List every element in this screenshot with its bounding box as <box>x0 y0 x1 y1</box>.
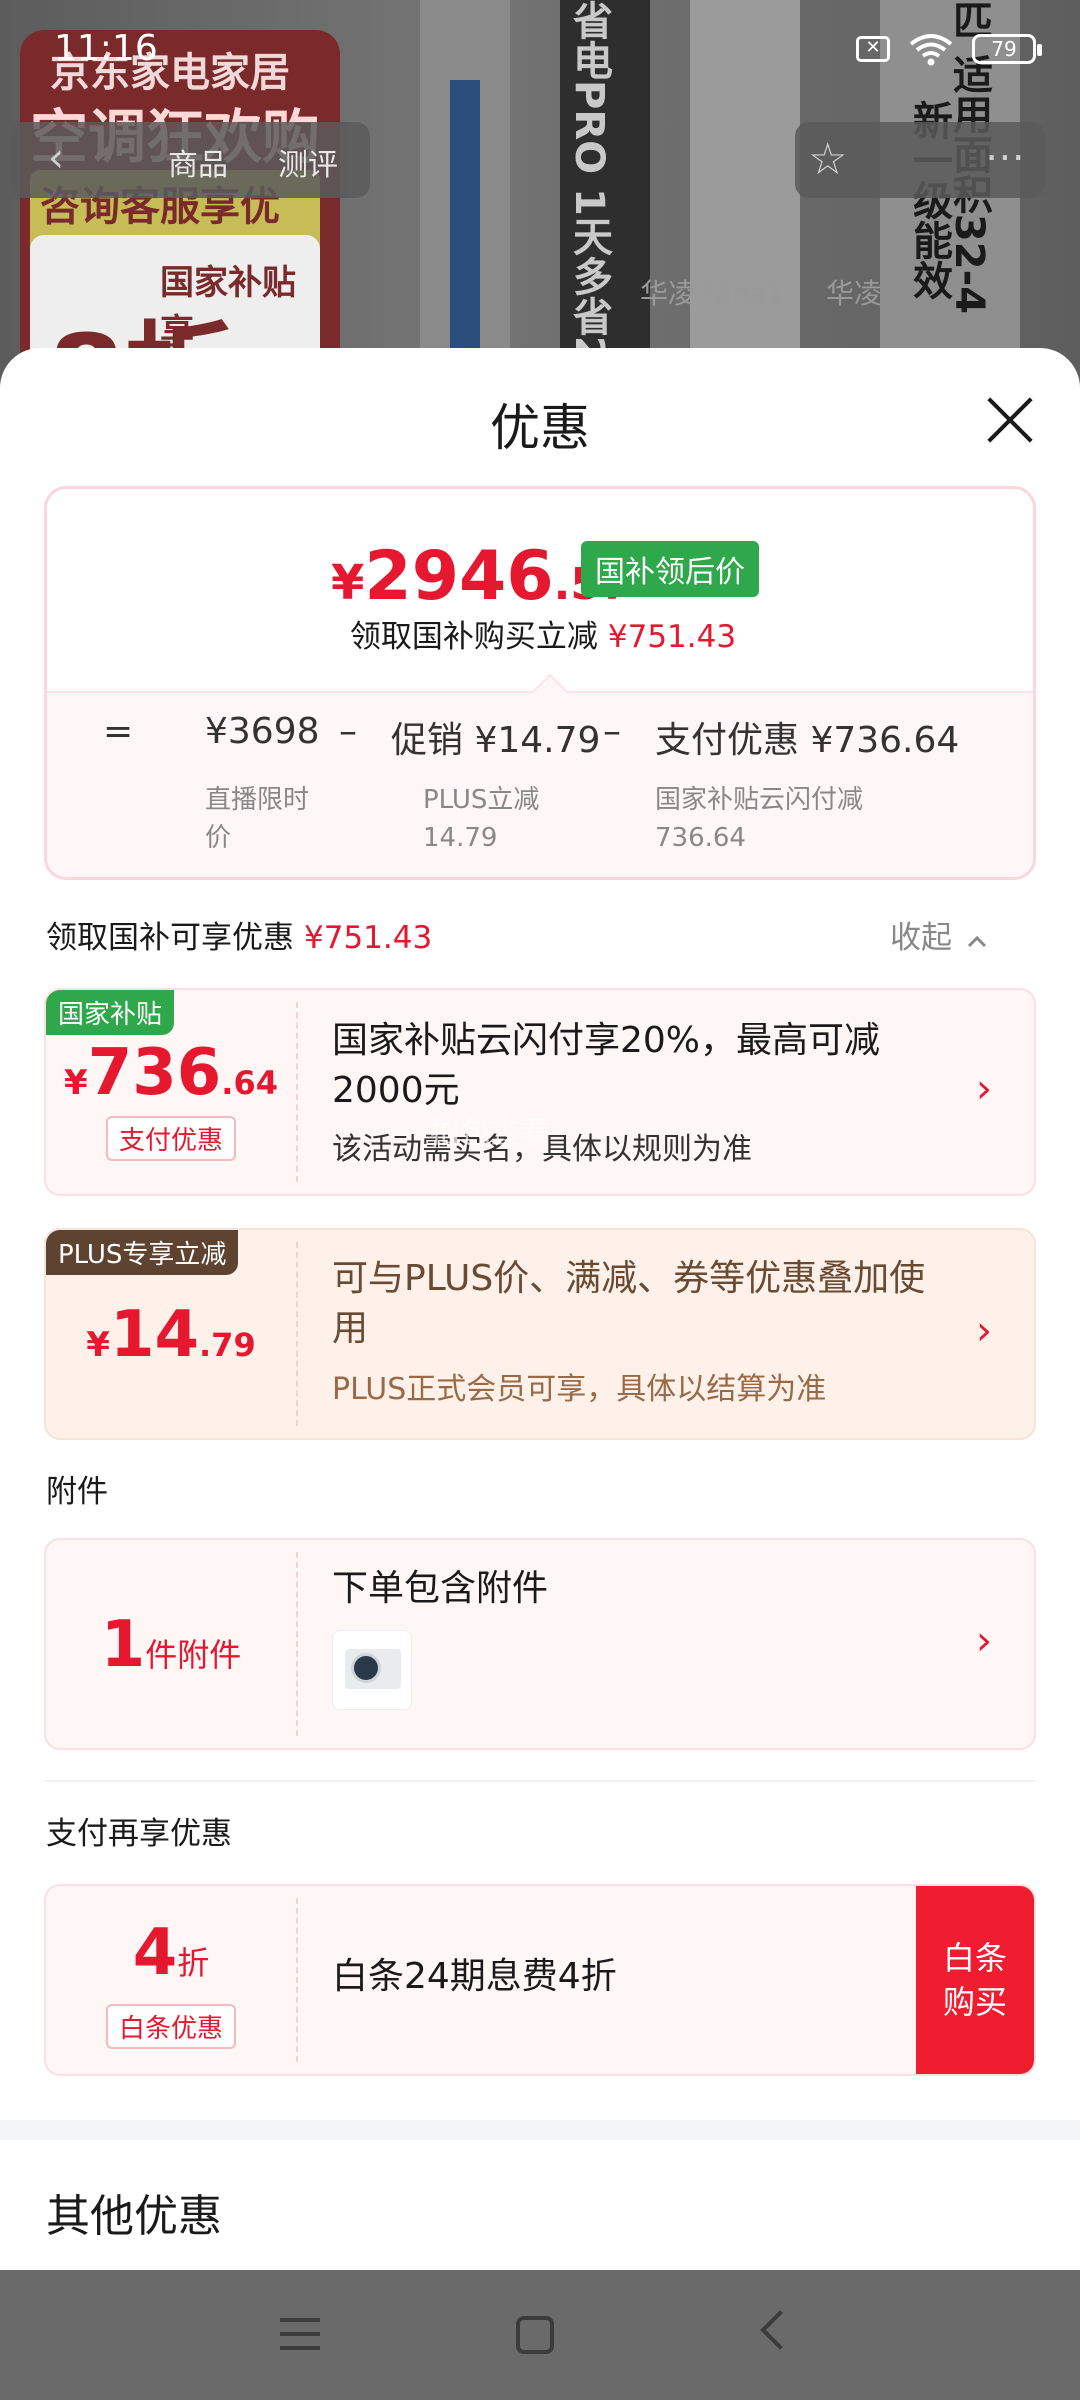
chevron-right-icon: › <box>976 1618 992 1664</box>
baitiao-buy-button[interactable]: 白条购买 <box>916 1886 1034 2074</box>
chevron-right-icon: › <box>976 1066 992 1112</box>
pay-section-title: 支付再享优惠 <box>46 1816 232 1852</box>
plus-tag: PLUS专享立减 <box>46 1230 239 1275</box>
chevron-up-icon <box>967 935 986 948</box>
equals-sign: = <box>103 711 134 752</box>
section-separator <box>0 2120 1080 2140</box>
minus-sign: – <box>603 711 621 752</box>
accessory-count: 1件附件 <box>46 1608 296 1682</box>
subsidy-amount-integer: 736 <box>87 1036 222 1110</box>
wifi-icon <box>909 34 953 66</box>
subsidy-section-label: 领取国补可享优惠 <box>46 920 294 956</box>
accessory-thumbnail[interactable] <box>332 1630 412 1710</box>
subsidy-card[interactable]: 国家补贴 ¥736.64 支付优惠 国家补贴云闪付享20%，最高可减2000元 … <box>44 988 1036 1196</box>
pay-label-line1: 国家补贴云闪付减 <box>655 785 864 815</box>
close-icon[interactable] <box>980 390 1040 450</box>
no-sim-icon: ✕ <box>856 36 890 62</box>
collapse-label: 收起 <box>890 920 952 956</box>
subsidy-section-amount: ¥751.43 <box>304 920 433 956</box>
plus-title: 可与PLUS价、满减、券等优惠叠加使用 <box>332 1258 926 1349</box>
baitiao-title: 白条24期息费4折 <box>332 1956 617 1997</box>
more-icon[interactable]: ⋯ <box>985 134 1025 180</box>
chevron-right-icon: › <box>976 1308 992 1354</box>
home-icon[interactable] <box>506 2310 566 2360</box>
subsidy-tag: 国家补贴 <box>46 990 175 1035</box>
subsidy-amount-currency: ¥ <box>64 1063 88 1103</box>
promo-amount: 促销 ¥14.79 <box>391 720 601 761</box>
promo-label: PLUS立减 14.79 <box>423 781 539 857</box>
plus-amount-integer: 14 <box>109 1298 200 1372</box>
subsidy-section-title: 领取国补可享优惠 ¥751.43 <box>46 912 432 957</box>
plus-amount-decimal: .79 <box>199 1326 256 1364</box>
pay-discount-amount: 支付优惠 ¥736.64 <box>655 720 960 761</box>
back-icon[interactable]: ‹ <box>48 135 64 181</box>
status-icons: ✕ 79 <box>856 32 1042 66</box>
card-divider <box>296 1552 298 1736</box>
sheet-title: 优惠 <box>490 399 590 457</box>
other-discounts-title: 其他优惠 <box>46 2191 222 2242</box>
plus-desc: PLUS正式会员可享，具体以结算为准 <box>332 1372 827 1407</box>
final-price-currency: ¥ <box>331 555 365 611</box>
subsidy-price-badge: 国补领后价 <box>581 541 759 597</box>
collapse-button[interactable]: 收起 <box>890 912 988 957</box>
base-price: ¥3698 <box>205 711 320 752</box>
plus-card[interactable]: PLUS专享立减 ¥14.79 可与PLUS价、满减、券等优惠叠加使用 PLUS… <box>44 1228 1036 1440</box>
back-nav-icon[interactable] <box>744 2310 804 2360</box>
baitiao-buy-label: 白条购买 <box>942 1939 1007 2021</box>
reduce-amount: ¥751.43 <box>607 619 737 655</box>
pay-discount-label: 国家补贴云闪付减 736.64 <box>655 781 863 857</box>
baitiao-discount-unit: 折 <box>177 1944 210 1982</box>
baitiao-discount-number: 4 <box>132 1916 178 1990</box>
tab-product[interactable]: 商品 <box>168 140 228 184</box>
card-divider <box>296 1898 298 2062</box>
price-summary: ¥2946.57 国补领后价 领取国补购买立减¥751.43 = ¥3698 –… <box>44 486 1036 880</box>
subsidy-title: 国家补贴云闪付享20%，最高可减2000元 <box>332 1020 881 1111</box>
accessory-title: 下单包含附件 <box>332 1568 549 1609</box>
promo-label-line2: 14.79 <box>423 823 498 853</box>
accessory-count-unit: 件附件 <box>145 1636 242 1674</box>
accessory-section-title: 附件 <box>46 1474 108 1510</box>
discount-sheet: 优惠 ¥2946.57 国补领后价 领取国补购买立减¥751.43 = ¥369… <box>0 348 1080 2270</box>
final-price-integer: 2946 <box>364 537 554 616</box>
baitiao-card[interactable]: 4折 白条优惠 白条24期息费4折 白条购买 <box>44 1884 1036 2076</box>
tab-review[interactable]: 测评 <box>278 140 338 184</box>
card-divider <box>296 1242 298 1426</box>
subsidy-amount: ¥736.64 <box>46 1036 296 1110</box>
reduce-line: 领取国补购买立减 ¥751.43 <box>47 611 1033 656</box>
fan-icon <box>351 1653 381 1683</box>
status-time: 11:16 <box>54 28 158 69</box>
accessory-card[interactable]: 1件附件 下单包含附件 › <box>44 1538 1036 1750</box>
minus-sign: – <box>339 711 357 752</box>
variant-tab[interactable]: 华凌72ha1 <box>640 272 784 312</box>
accessory-count-number: 1 <box>100 1608 146 1682</box>
subsidy-amount-decimal: .64 <box>221 1064 278 1102</box>
favorite-star-icon[interactable]: ☆ <box>808 134 847 185</box>
section-divider <box>44 1780 1036 1782</box>
variant-tab[interactable]: 华凌 <box>826 272 882 312</box>
system-nav-bar <box>0 2270 1080 2400</box>
plus-amount: ¥14.79 <box>46 1298 296 1372</box>
pay-discount-tag: 支付优惠 <box>106 1116 236 1161</box>
card-divider <box>296 1002 298 1182</box>
reduce-label: 领取国补购买立减 <box>349 619 598 655</box>
promo-label-line1: PLUS立减 <box>423 785 540 815</box>
recent-apps-icon[interactable] <box>270 2310 330 2360</box>
baitiao-tag: 白条优惠 <box>106 2004 236 2049</box>
battery-icon: 79 <box>972 34 1042 64</box>
base-price-label: 直播限时价 <box>205 785 310 853</box>
baitiao-discount: 4折 <box>46 1916 296 1990</box>
watermark-text: 拍包查看 <box>430 1116 550 1151</box>
plus-amount-currency: ¥ <box>86 1325 110 1365</box>
product-side-text: 省电PRO 1天多省2 <box>566 0 612 364</box>
pay-label-line2: 736.64 <box>655 823 746 853</box>
